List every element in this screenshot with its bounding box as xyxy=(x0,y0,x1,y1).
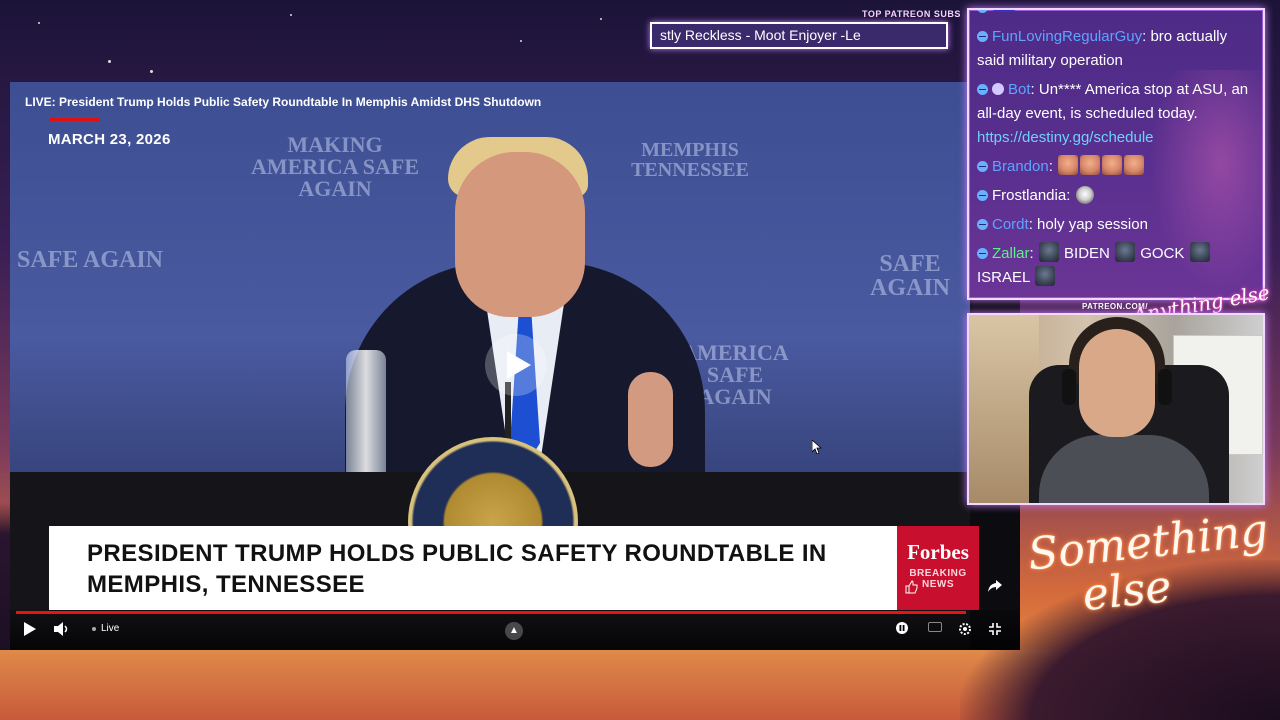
chat-panel[interactable]: FunLovingRegularGuy: bro actually said m… xyxy=(967,8,1265,300)
backdrop-slogan: MAKING AMERICA SAFE AGAIN xyxy=(250,132,420,201)
volume-icon xyxy=(54,622,68,636)
video-date: MARCH 23, 2026 xyxy=(48,131,171,148)
face-emote-icon xyxy=(1058,155,1079,175)
dark-emote-icon xyxy=(1038,242,1059,262)
player-controls: Live ▲ xyxy=(10,610,1020,650)
chat-message: Cordt: holy yap session xyxy=(977,213,1255,237)
flag-emote-icon xyxy=(993,10,1015,12)
chat-username[interactable]: Frostlandia xyxy=(992,187,1066,204)
play-icon xyxy=(506,351,531,379)
like-button[interactable] xyxy=(904,580,918,594)
exit-fullscreen-icon xyxy=(989,623,1001,635)
chat-text: GOCK xyxy=(1140,245,1185,262)
thumbs-up-icon xyxy=(905,580,918,594)
pause-icon xyxy=(896,622,908,634)
chat-text: ISRAEL xyxy=(977,269,1030,286)
chat-text: BIDEN xyxy=(1064,245,1110,262)
chat-username[interactable]: Zallar xyxy=(992,245,1030,262)
chat-message: Zallar: BIDEN GOCK ISRAEL xyxy=(977,242,1255,290)
forbes-logo-text: Forbes xyxy=(907,540,969,564)
top-patreon-label: TOP PATREON SUBS xyxy=(862,9,961,19)
face-emote-icon xyxy=(1102,155,1123,175)
webcam-feed xyxy=(967,313,1265,505)
play-button[interactable] xyxy=(24,622,36,636)
play-icon xyxy=(24,622,36,636)
star xyxy=(38,22,40,24)
chat-message: Brandon: xyxy=(977,155,1255,179)
settings-button[interactable] xyxy=(958,622,972,636)
chat-bullet-icon xyxy=(977,10,988,13)
live-dot xyxy=(92,626,96,631)
captions-icon xyxy=(928,622,942,632)
speaker-head xyxy=(455,152,585,317)
dark-emote-icon xyxy=(1034,266,1055,286)
headphone-icon xyxy=(1062,369,1076,405)
date-accent-bar xyxy=(50,118,100,121)
face-emote-icon xyxy=(1124,155,1145,175)
skull-emote-icon xyxy=(1075,186,1094,204)
chat-bullet-icon xyxy=(977,161,988,172)
star xyxy=(150,70,153,73)
exit-fullscreen-button[interactable] xyxy=(988,622,1002,636)
video-title: LIVE: President Trump Holds Public Safet… xyxy=(25,95,542,109)
chat-bullet-icon xyxy=(977,248,988,259)
chat-message: FunLovingRegularGuy: bro actually said m… xyxy=(977,28,1228,69)
progress-bar[interactable] xyxy=(16,611,966,614)
chat-bullet-icon xyxy=(977,31,988,42)
captions-button[interactable] xyxy=(928,622,942,632)
pause-toggle[interactable] xyxy=(896,622,908,634)
mouse-cursor-icon xyxy=(812,440,822,454)
star xyxy=(290,14,292,16)
video-player[interactable]: MAKING AMERICA SAFE AGAIN MEMPHIS TENNES… xyxy=(10,82,1020,650)
patreon-ticker: stly Reckless - Moot Enjoyer -Le xyxy=(650,22,948,49)
star xyxy=(520,40,522,42)
backdrop-slogan: SAFE AGAIN xyxy=(869,251,950,301)
chat-username[interactable]: Cordt xyxy=(992,216,1029,233)
star xyxy=(108,60,111,63)
streamer-body xyxy=(1039,435,1209,503)
chat-link[interactable]: https://destiny.gg/schedule xyxy=(977,129,1154,146)
chat-username[interactable]: Bot xyxy=(1008,81,1031,98)
dark-emote-icon xyxy=(1115,242,1136,262)
face-emote-icon xyxy=(1080,155,1101,175)
share-icon xyxy=(988,580,1002,592)
bot-badge-icon xyxy=(992,83,1004,95)
volume-button[interactable] xyxy=(54,622,70,636)
chat-message: Bot: Un**** America stop at ASU, an all-… xyxy=(977,81,1249,146)
chat-text: holy yap session xyxy=(1037,216,1148,233)
chat-bullet-icon xyxy=(977,219,988,230)
chat-username[interactable]: FunLovingRegularGuy xyxy=(992,28,1142,45)
backdrop-location: MEMPHIS TENNESSEE xyxy=(631,139,749,181)
chevron-up-icon: ▲ xyxy=(509,625,519,636)
expand-chevron-button[interactable]: ▲ xyxy=(505,622,523,640)
gear-icon xyxy=(959,623,971,635)
center-play-button[interactable] xyxy=(485,334,547,396)
live-indicator[interactable]: Live xyxy=(92,623,119,634)
star xyxy=(600,18,602,20)
streamer-head xyxy=(1079,329,1155,437)
chat-message: Frostlandia: xyxy=(977,184,1255,208)
chat-message-partial xyxy=(977,10,1255,20)
lower-third-banner: PRESIDENT TRUMP HOLDS PUBLIC SAFETY ROUN… xyxy=(49,526,897,610)
speaker-hand xyxy=(628,372,673,467)
water-bottle xyxy=(346,350,386,480)
chat-bullet-icon xyxy=(977,190,988,201)
share-button[interactable] xyxy=(988,580,1002,592)
lower-third-headline: PRESIDENT TRUMP HOLDS PUBLIC SAFETY ROUN… xyxy=(87,540,827,598)
headphone-icon xyxy=(1158,369,1172,405)
chat-username[interactable]: Brandon xyxy=(992,158,1049,175)
forbes-breaking-news-logo: Forbes BREAKING NEWS xyxy=(897,526,979,610)
live-label: Live xyxy=(101,623,120,634)
backdrop-slogan: SAFE AGAIN xyxy=(16,247,164,273)
dark-emote-icon xyxy=(1189,242,1210,262)
chat-bullet-icon xyxy=(977,84,988,95)
